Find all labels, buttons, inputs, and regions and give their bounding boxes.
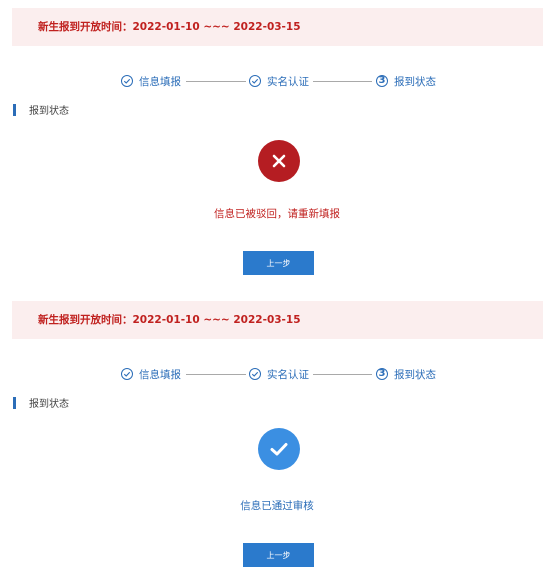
open-period-text: 新生报到开放时间：2022-01-10 ~~~ 2022-03-15 [38,21,301,33]
step-registration-status: 3 报到状态 [376,366,436,382]
section-title: 报到状态 [29,399,69,410]
close-icon [258,140,300,182]
result-message: 信息已通过审核 [240,500,314,512]
step-connector [186,81,246,82]
section-accent-bar [13,396,16,409]
section-heading: 报到状态 [13,103,69,117]
check-circle-icon [121,75,133,87]
step-label: 信息填报 [139,368,181,381]
check-circle-icon [249,75,261,87]
check-icon [258,428,300,470]
step-label: 实名认证 [267,75,309,88]
section-accent-bar [13,103,16,116]
step-progress: 信息填报 实名认证 3 报到状态 [0,366,554,382]
step-connector [313,81,372,82]
step-label: 实名认证 [267,368,309,381]
previous-step-button[interactable]: 上一步 [243,543,314,567]
step-identity-verify: 实名认证 [249,366,309,382]
step-label: 信息填报 [139,75,181,88]
step-label: 报到状态 [394,368,436,381]
open-period-text: 新生报到开放时间：2022-01-10 ~~~ 2022-03-15 [38,314,301,326]
step-progress: 信息填报 实名认证 3 报到状态 [0,73,554,89]
result-message: 信息已被驳回，请重新填报 [214,208,340,220]
registration-panel-rejected: 新生报到开放时间：2022-01-10 ~~~ 2022-03-15 信息填报 … [0,0,554,288]
step-number-badge: 3 [376,368,388,380]
check-circle-icon [121,368,133,380]
step-number: 3 [378,75,386,86]
registration-panel-approved: 新生报到开放时间：2022-01-10 ~~~ 2022-03-15 信息填报 … [0,293,554,576]
step-connector [186,374,246,375]
step-number-badge: 3 [376,75,388,87]
check-circle-icon [249,368,261,380]
step-info-fill: 信息填报 [121,73,181,89]
step-connector [313,374,372,375]
step-registration-status: 3 报到状态 [376,73,436,89]
step-identity-verify: 实名认证 [249,73,309,89]
previous-step-button[interactable]: 上一步 [243,251,314,275]
step-number: 3 [378,368,386,379]
step-label: 报到状态 [394,75,436,88]
section-heading: 报到状态 [13,396,69,410]
open-period-banner: 新生报到开放时间：2022-01-10 ~~~ 2022-03-15 [12,8,543,46]
step-info-fill: 信息填报 [121,366,181,382]
section-title: 报到状态 [29,106,69,117]
open-period-banner: 新生报到开放时间：2022-01-10 ~~~ 2022-03-15 [12,301,543,339]
